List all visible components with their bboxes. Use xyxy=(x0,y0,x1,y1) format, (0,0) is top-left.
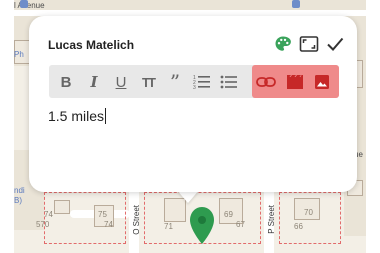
bold-icon[interactable]: B xyxy=(55,71,77,93)
street-label-top: l Avenue xyxy=(14,1,45,10)
popup-header-actions xyxy=(273,34,345,54)
expand-icon[interactable] xyxy=(299,34,319,54)
popup-title: Lucas Matelich xyxy=(48,38,135,52)
note-content[interactable]: 1.5 miles xyxy=(48,108,107,124)
map-building xyxy=(54,200,70,214)
map-label: B) xyxy=(14,196,22,205)
lot-number: 66 xyxy=(294,222,303,231)
lot-number: 74 xyxy=(44,210,53,219)
map-poi-icon[interactable] xyxy=(20,0,28,8)
lot-number: 570 xyxy=(36,220,50,229)
bulleted-list-icon[interactable] xyxy=(218,71,240,93)
link-icon[interactable] xyxy=(255,71,277,93)
lot-number: 71 xyxy=(164,222,173,231)
map-marker-icon[interactable] xyxy=(189,206,215,246)
svg-text:3: 3 xyxy=(193,85,196,90)
lot-number: 70 xyxy=(304,208,313,217)
map-label: Ph xyxy=(14,50,24,59)
quote-icon[interactable]: ” xyxy=(164,70,186,94)
map-poi-icon[interactable] xyxy=(292,0,300,8)
formatting-toolbar: B I U TT ” 1 2 3 xyxy=(49,65,339,98)
note-text: 1.5 miles xyxy=(48,108,105,124)
numbered-list-icon[interactable]: 1 2 3 xyxy=(191,71,213,93)
image-icon[interactable] xyxy=(311,71,333,93)
text-size-icon[interactable]: TT xyxy=(137,71,159,93)
map-label: ndi xyxy=(14,186,25,195)
lot-number: 74 xyxy=(104,220,113,229)
italic-icon[interactable]: I xyxy=(83,71,105,93)
lot-number: 75 xyxy=(98,210,107,219)
lot-number: 67 xyxy=(236,220,245,229)
underline-icon[interactable]: U xyxy=(110,71,132,93)
palette-icon[interactable] xyxy=(273,34,293,54)
street-label-p: P Street xyxy=(267,205,276,234)
lot-number: 69 xyxy=(224,210,233,219)
video-icon[interactable] xyxy=(284,71,306,93)
street-label-o: O Street xyxy=(132,205,141,235)
text-caret xyxy=(105,108,107,124)
marker-popup-card: Lucas Matelich B I U TT ” 1 2 3 1.5 mile… xyxy=(29,16,357,192)
check-icon[interactable] xyxy=(325,34,345,54)
